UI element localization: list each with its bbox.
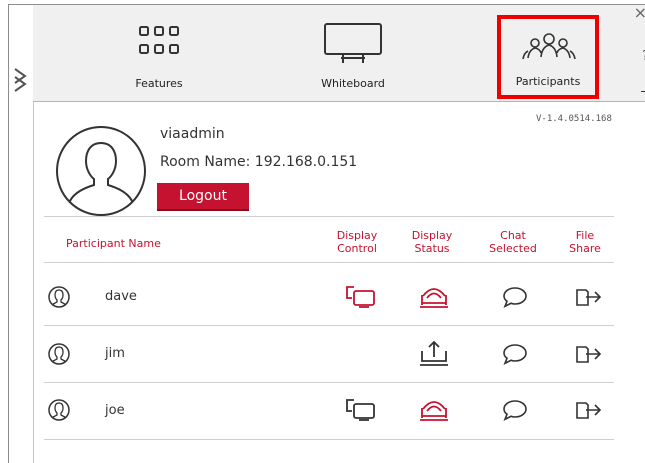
- header-display-status-line2: Status: [414, 242, 450, 255]
- header-file-share: File Share: [558, 229, 612, 255]
- toolbar: Features Whiteboard Participants ×: [33, 3, 645, 102]
- participants-icon: [522, 33, 576, 60]
- user-avatar-icon: [48, 286, 70, 308]
- divider: [44, 325, 614, 326]
- header-chat-selected-line1: Chat: [500, 229, 526, 242]
- features-label: Features: [135, 77, 183, 90]
- display-status-icon[interactable]: [418, 283, 450, 309]
- header-chat-selected-line2: Selected: [489, 242, 537, 255]
- header-display-control-line1: Display: [336, 229, 378, 242]
- header-chat-selected: Chat Selected: [483, 229, 543, 255]
- user-avatar-icon: [48, 343, 70, 365]
- whiteboard-button[interactable]: Whiteboard: [293, 5, 413, 101]
- file-share-icon[interactable]: [573, 286, 605, 308]
- participants-button[interactable]: Participants: [497, 15, 599, 99]
- whiteboard-icon: [324, 23, 382, 63]
- user-avatar-icon: [48, 399, 70, 421]
- divider: [44, 382, 614, 383]
- left-strip: [9, 5, 34, 463]
- participant-name: joe: [105, 403, 125, 418]
- header-participant-name: Participant Name: [66, 237, 161, 250]
- header-file-share-line1: File: [575, 229, 595, 242]
- display-control-icon[interactable]: [344, 397, 376, 421]
- divider: [44, 216, 614, 217]
- chat-icon[interactable]: [502, 286, 528, 308]
- header-display-status-line1: Display: [411, 229, 453, 242]
- header-display-status: Display Status: [403, 229, 461, 255]
- minimize-icon[interactable]: [641, 91, 645, 92]
- app-window: Features Whiteboard Participants ×: [8, 3, 645, 463]
- file-share-icon[interactable]: [573, 343, 605, 365]
- participants-label: Participants: [515, 75, 581, 88]
- features-button[interactable]: Features: [109, 5, 209, 101]
- divider: [44, 262, 614, 263]
- whiteboard-label: Whiteboard: [321, 77, 385, 90]
- display-status-icon[interactable]: [418, 396, 450, 422]
- upload-icon[interactable]: [418, 339, 450, 367]
- chat-icon[interactable]: [502, 343, 528, 365]
- divider: [44, 439, 614, 440]
- header-file-share-line2: Share: [569, 242, 601, 255]
- header-display-control: Display Control: [328, 229, 386, 255]
- display-control-icon[interactable]: [344, 284, 376, 308]
- file-share-icon[interactable]: [573, 399, 605, 421]
- user-avatar-icon: [56, 126, 146, 216]
- version-text: V-1.4.0514.168: [536, 114, 612, 124]
- room-name-text: Room Name: 192.168.0.151: [160, 154, 358, 170]
- logout-button[interactable]: Logout: [157, 183, 249, 211]
- participant-name: jim: [105, 346, 125, 361]
- header-display-control-line2: Control: [337, 242, 377, 255]
- close-icon[interactable]: ×: [634, 3, 645, 22]
- participant-name: dave: [105, 289, 137, 304]
- grid-icon: [139, 26, 179, 54]
- vialogo-icon: [14, 68, 27, 92]
- chat-icon[interactable]: [502, 399, 528, 421]
- username-text: viaadmin: [160, 126, 225, 142]
